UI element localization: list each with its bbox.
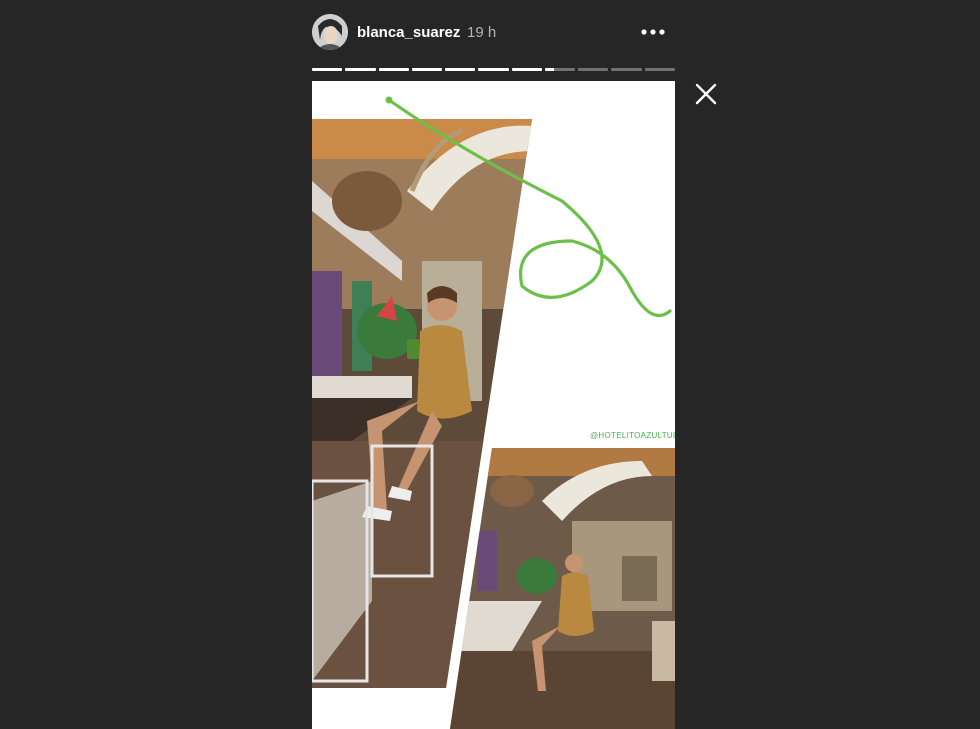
progress-segment-fill bbox=[511, 68, 542, 71]
close-icon bbox=[695, 83, 717, 105]
progress-segment-fill bbox=[312, 68, 343, 71]
story-header: blanca_suarez 19 h bbox=[312, 14, 675, 54]
progress-segment bbox=[578, 68, 609, 71]
progress-segment bbox=[644, 68, 675, 71]
close-button[interactable] bbox=[693, 81, 719, 107]
progress-segment bbox=[511, 68, 542, 71]
more-icon bbox=[641, 29, 665, 35]
progress-segment-fill bbox=[445, 68, 476, 71]
progress-segment bbox=[445, 68, 476, 71]
story-collage bbox=[312, 96, 675, 729]
secondary-photo bbox=[450, 448, 675, 729]
progress-segment bbox=[611, 68, 642, 71]
progress-segment-fill bbox=[345, 68, 376, 71]
progress-segment-fill bbox=[544, 68, 554, 71]
progress-segment bbox=[478, 68, 509, 71]
location-mention[interactable]: @HOTELITOAZULTULUM bbox=[590, 431, 675, 440]
story-progress-bar bbox=[312, 68, 675, 71]
more-options-button[interactable] bbox=[640, 24, 666, 40]
story-content[interactable]: @HOTELITOAZULTULUM bbox=[312, 81, 675, 729]
progress-segment bbox=[345, 68, 376, 71]
progress-segment bbox=[411, 68, 443, 71]
username[interactable]: blanca_suarez bbox=[357, 24, 460, 41]
progress-segment bbox=[378, 68, 409, 71]
progress-segment-fill bbox=[411, 68, 443, 71]
avatar[interactable] bbox=[312, 14, 348, 50]
timestamp: 19 h bbox=[467, 24, 497, 41]
progress-segment bbox=[544, 68, 576, 71]
progress-segment-fill bbox=[378, 68, 409, 71]
progress-segment-fill bbox=[478, 68, 509, 71]
progress-segment bbox=[312, 68, 343, 71]
